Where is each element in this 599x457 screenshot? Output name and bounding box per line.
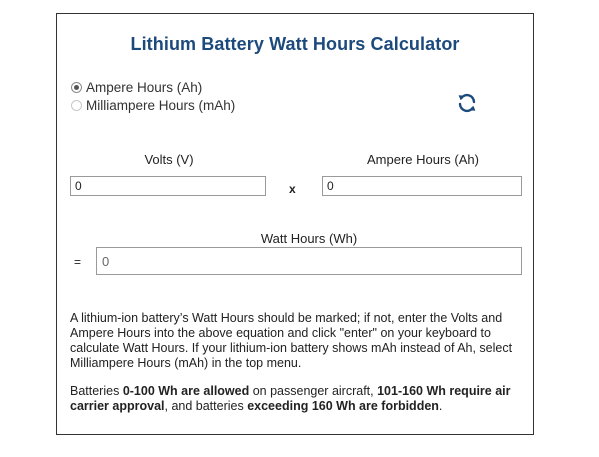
allowance-text: Batteries — [70, 384, 123, 398]
multiply-symbol: x — [289, 182, 296, 196]
calculator-panel: Lithium Battery Watt Hours Calculator Am… — [56, 13, 534, 435]
allowance-text: , and batteries — [164, 399, 248, 413]
radio-ampere-hours[interactable] — [71, 82, 82, 93]
unit-option-milliampere-hours[interactable]: Milliampere Hours (mAh) — [71, 98, 235, 113]
allowance-paragraph: Batteries 0-100 Wh are allowed on passen… — [70, 384, 526, 414]
unit-option-label: Milliampere Hours (mAh) — [86, 98, 236, 113]
watt-hours-output[interactable] — [96, 247, 522, 275]
unit-option-ampere-hours[interactable]: Ampere Hours (Ah) — [71, 80, 202, 95]
radio-milliampere-hours[interactable] — [71, 100, 82, 111]
ampere-hours-label: Ampere Hours (Ah) — [367, 152, 479, 167]
ampere-hours-input[interactable] — [322, 176, 522, 196]
allowance-bold-forbidden: exceeding 160 Wh are forbidden — [247, 399, 439, 413]
calculator-title: Lithium Battery Watt Hours Calculator — [130, 34, 460, 54]
volts-input[interactable] — [70, 176, 266, 196]
allowance-text: on passenger aircraft, — [249, 384, 378, 398]
refresh-icon[interactable] — [455, 91, 479, 115]
instructions-paragraph: A lithium-ion battery’s Watt Hours shoul… — [70, 311, 513, 370]
volts-label: Volts (V) — [144, 152, 194, 167]
watt-hours-label: Watt Hours (Wh) — [260, 231, 358, 246]
equals-symbol: = — [74, 255, 82, 269]
allowance-bold-allowed: 0-100 Wh are allowed — [122, 384, 250, 398]
unit-option-label: Ampere Hours (Ah) — [86, 80, 203, 95]
allowance-text: . — [438, 399, 443, 413]
